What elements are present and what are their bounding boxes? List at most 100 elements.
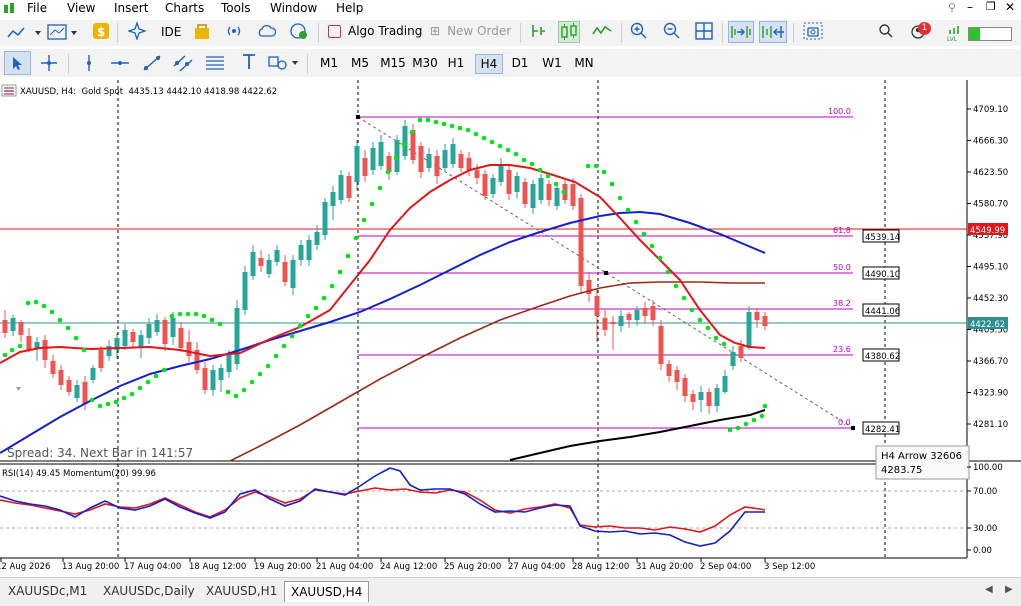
price-chart[interactable]: 100.0 61.8 50.0 38.2 23.6 0.0 4709.10 466… xyxy=(0,80,1021,576)
depth-of-market-icon[interactable] xyxy=(529,22,547,40)
search-icon[interactable] xyxy=(878,23,894,39)
momentum-line[interactable] xyxy=(0,487,766,533)
bag-icon[interactable] xyxy=(193,22,211,40)
psar-dot xyxy=(65,325,71,331)
chart-shift-icon[interactable] xyxy=(759,21,787,43)
algo-trading-stop-icon xyxy=(328,24,341,38)
price-scale[interactable]: 4709.104666.304623.504580.704537.904495.… xyxy=(967,105,1008,430)
new-order-button[interactable]: ⊞ New Order xyxy=(430,24,511,38)
window-minimize-icon[interactable]: – xyxy=(967,0,973,14)
psar-dot xyxy=(762,403,768,409)
timeframe-h1[interactable]: H1 xyxy=(445,54,467,72)
crosshair-icon[interactable] xyxy=(40,54,58,72)
psar-dot xyxy=(561,189,567,195)
zoom-in-icon[interactable] xyxy=(630,22,648,40)
chart-window[interactable]: 100.0 61.8 50.0 38.2 23.6 0.0 4709.10 466… xyxy=(0,80,1021,576)
psar-dot xyxy=(713,335,719,341)
trend-line-icon[interactable] xyxy=(142,54,162,72)
menu-tools[interactable]: Tools xyxy=(221,1,251,15)
psar-dot xyxy=(641,231,647,237)
bullish-candle xyxy=(490,178,496,194)
algo-trading-button[interactable]: Algo Trading xyxy=(328,24,422,38)
screenshot-icon[interactable] xyxy=(803,22,823,40)
bearish-candle xyxy=(66,380,72,392)
bearish-candle xyxy=(410,130,416,160)
menu-charts[interactable]: Charts xyxy=(165,1,204,15)
psar-dot xyxy=(393,155,399,161)
metaeditor-icon[interactable] xyxy=(128,22,146,40)
fib-anchor-start[interactable] xyxy=(356,115,360,119)
fib-price-0: 4282.41 xyxy=(865,425,900,435)
tab-xauusdc-m1[interactable]: XAUUSDc,M1 xyxy=(2,581,93,601)
chart-type-line-icon[interactable] xyxy=(7,23,41,41)
new-order-label: New Order xyxy=(447,24,512,38)
bearish-candle xyxy=(682,378,688,396)
timeframe-m5[interactable]: M5 xyxy=(349,54,371,72)
timeframe-m1[interactable]: M1 xyxy=(318,54,340,72)
menu-help[interactable]: Help xyxy=(336,1,363,15)
tabs-scroll-left-icon[interactable]: ◀ xyxy=(985,584,993,595)
fib-label-50: 50.0 xyxy=(833,263,851,272)
tile-windows-icon[interactable] xyxy=(695,22,713,40)
menu-file[interactable]: File xyxy=(27,1,47,15)
time-tick-label: 28 Aug 12:00 xyxy=(572,562,629,572)
timeframe-h4[interactable]: H4 xyxy=(475,54,503,74)
menu-window[interactable]: Window xyxy=(270,1,317,15)
signals-icon[interactable] xyxy=(225,22,243,40)
line-chart-icon[interactable] xyxy=(592,22,612,40)
price-tick-label: 4709.10 xyxy=(973,105,1008,115)
candlesticks-icon[interactable] xyxy=(558,21,580,43)
fib-anchor-mid[interactable] xyxy=(604,271,608,275)
tab-xauusdc-daily[interactable]: XAUUSDc,Daily xyxy=(97,581,201,601)
menu-view[interactable]: View xyxy=(67,1,95,15)
fibonacci-icon[interactable] xyxy=(205,54,225,72)
channel-icon[interactable] xyxy=(173,54,193,72)
menu-insert[interactable]: Insert xyxy=(114,1,148,15)
notification-badge: 1 xyxy=(918,22,931,35)
psar-dot xyxy=(225,389,231,395)
bearish-candle xyxy=(474,170,480,178)
time-axis[interactable]: 12 Aug 2026 13 Aug 20:00 17 Aug 04:00 18 Au… xyxy=(0,558,815,572)
timeframe-m15[interactable]: M15 xyxy=(379,54,407,72)
vertical-line-icon[interactable] xyxy=(81,54,97,72)
window-restore-icon[interactable]: ❐ xyxy=(986,0,996,13)
timeframe-m30[interactable]: M30 xyxy=(411,54,439,72)
shapes-tool-icon[interactable] xyxy=(268,53,302,71)
time-tick-label: 27 Aug 04:00 xyxy=(508,562,565,572)
timeframe-d1[interactable]: D1 xyxy=(509,54,531,72)
zoom-out-icon[interactable] xyxy=(663,22,681,40)
cursor-tool-icon[interactable] xyxy=(4,51,31,75)
pin-icon[interactable]: ⚲ xyxy=(948,1,956,14)
fib-anchor-end[interactable] xyxy=(851,426,855,430)
psar-dot xyxy=(585,163,591,169)
bullish-candle xyxy=(218,368,224,380)
bullish-candle xyxy=(746,312,752,348)
tab-xauusd-h1[interactable]: XAUUSD,H1 xyxy=(200,581,283,601)
psar-dot xyxy=(665,269,671,275)
ide-button[interactable]: IDE xyxy=(161,25,181,39)
templates-icon[interactable] xyxy=(47,23,81,41)
fib-price-tag-61-8: 4539.14 xyxy=(862,229,900,243)
market-icon[interactable]: $ xyxy=(92,22,110,40)
bullish-candle xyxy=(538,178,544,200)
psar-dot xyxy=(169,313,175,319)
psar-dot xyxy=(759,413,765,419)
text-tool-icon[interactable] xyxy=(241,53,257,71)
psar-dot xyxy=(233,393,239,399)
bullish-candle xyxy=(306,240,312,260)
tab-xauusd-h4[interactable]: XAUUSD,H4 xyxy=(284,581,370,602)
indicator-tick-label: 0.00 xyxy=(973,546,992,556)
vps-cloud-icon[interactable] xyxy=(256,22,276,40)
time-tick-label: 25 Aug 20:00 xyxy=(444,562,501,572)
psar-dot xyxy=(545,173,551,179)
rsi-line[interactable] xyxy=(0,467,765,547)
community-icon[interactable] xyxy=(289,22,309,40)
horizontal-line-icon[interactable] xyxy=(110,54,130,72)
chart-header: XAUUSD, H4: Gold Spot 4435.13 4442.10 44… xyxy=(1,84,277,97)
window-close-icon[interactable]: ✕ xyxy=(1005,0,1015,14)
timeframe-w1[interactable]: W1 xyxy=(540,54,564,72)
tabs-scroll-right-icon[interactable]: ▶ xyxy=(1005,584,1013,595)
timeframe-mn[interactable]: MN xyxy=(571,54,597,72)
auto-scroll-icon[interactable] xyxy=(728,21,754,43)
price-tick-label: 4580.70 xyxy=(973,200,1008,210)
